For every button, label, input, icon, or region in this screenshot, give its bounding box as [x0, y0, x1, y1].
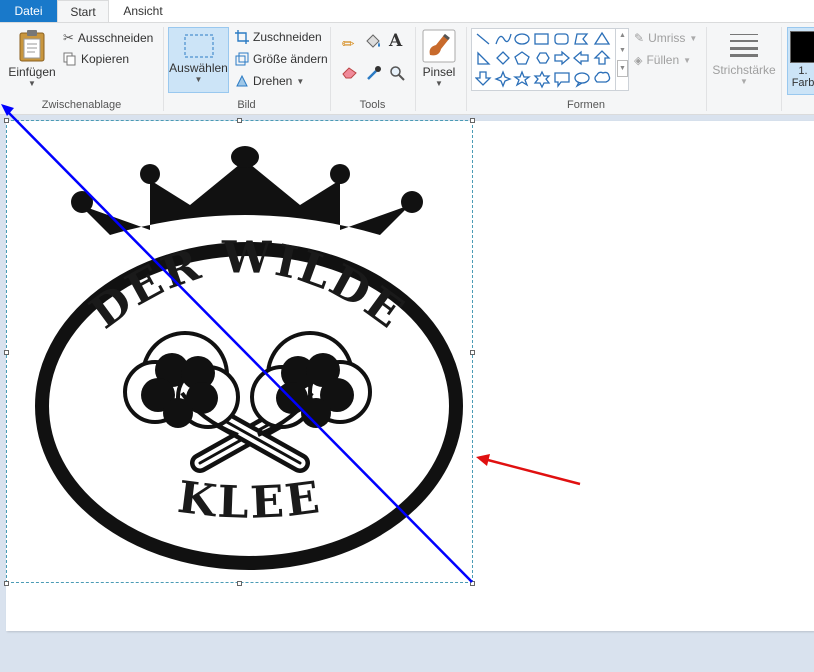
- arrow-up-shape-icon: [593, 50, 611, 65]
- selection-handle-top-left[interactable]: [4, 118, 9, 123]
- crop-label: Zuschneiden: [253, 30, 322, 44]
- callout-oval-shape-icon: [574, 72, 590, 88]
- group-divider: [415, 27, 416, 111]
- magnifier-icon[interactable]: [389, 65, 405, 81]
- fill-bucket-icon[interactable]: [364, 33, 382, 51]
- select-button[interactable]: Auswählen ▼: [168, 27, 229, 93]
- outline-dropdown-arrow: ▼: [689, 33, 698, 43]
- select-dropdown-arrow: ▼: [194, 75, 203, 84]
- resize-label: Größe ändern: [253, 52, 328, 66]
- selection-rectangle-icon: [184, 34, 213, 58]
- fill-label: Füllen: [646, 53, 680, 67]
- copy-button[interactable]: Kopieren: [63, 52, 129, 66]
- crop-icon: [235, 30, 249, 44]
- polygon-shape-icon: [574, 33, 589, 45]
- shapes-gallery-grid: [475, 31, 611, 89]
- ribbon-tab-bar: Datei Start Ansicht: [0, 0, 814, 22]
- rectangle-shape-icon: [534, 33, 549, 45]
- brushes-dropdown-arrow: ▼: [435, 79, 443, 88]
- paste-label: Einfügen: [8, 65, 56, 79]
- selection-handle-left[interactable]: [4, 350, 9, 355]
- fill-dropdown-arrow: ▼: [683, 55, 692, 65]
- gallery-expand-icon[interactable]: ▼: [617, 60, 628, 77]
- selection-box[interactable]: [6, 120, 473, 583]
- outline-pen-icon: ✎: [634, 31, 645, 45]
- selection-handle-top-right[interactable]: [470, 118, 475, 123]
- fill-button[interactable]: ◈ Füllen ▼: [634, 53, 691, 67]
- pentagon-shape-icon: [514, 51, 530, 65]
- arrow-down-shape-icon: [475, 71, 492, 86]
- clipboard-icon: [19, 30, 45, 62]
- select-label: Auswählen: [169, 61, 228, 75]
- cut-button[interactable]: ✂ Ausschneiden: [63, 30, 153, 46]
- color1-label: 1.: [798, 65, 808, 77]
- stroke-width-icon: [730, 34, 758, 57]
- scroll-down-icon[interactable]: ▼: [616, 43, 629, 58]
- stroke-width-dropdown-arrow: ▼: [740, 77, 748, 86]
- copy-label: Kopieren: [81, 52, 130, 66]
- star5-shape-icon: [513, 70, 531, 87]
- rotate-icon: [236, 74, 248, 87]
- crop-button[interactable]: Zuschneiden: [235, 30, 322, 44]
- resize-button[interactable]: Größe ändern: [235, 52, 328, 66]
- brushes-button[interactable]: Pinsel ▼: [418, 27, 460, 95]
- outline-label: Umriss: [648, 31, 686, 45]
- tools-group-label: Tools: [359, 99, 386, 111]
- shapes-gallery: [471, 28, 629, 91]
- outline-button[interactable]: ✎ Umriss ▼: [634, 31, 697, 45]
- triangle-shape-icon: [593, 31, 611, 45]
- stroke-width-label: Strichstärke: [712, 63, 776, 77]
- oval-shape-icon: [514, 33, 530, 45]
- right-triangle-shape-icon: [477, 51, 491, 65]
- star4-shape-icon: [494, 70, 512, 88]
- star6-shape-icon: [533, 70, 551, 89]
- line-shape-icon: [476, 33, 490, 45]
- resize-icon: [235, 52, 249, 66]
- selection-handle-top[interactable]: [237, 118, 242, 123]
- arrow-left-shape-icon: [573, 50, 589, 66]
- ribbon: Einfügen ▼ ✂ Ausschneiden Kopieren Zwisc…: [0, 22, 814, 115]
- arrow-right-shape-icon: [554, 50, 570, 66]
- rotate-label: Drehen: [253, 74, 293, 88]
- tab-file[interactable]: Datei: [0, 0, 57, 22]
- eraser-icon[interactable]: [342, 65, 358, 79]
- group-divider: [781, 27, 782, 111]
- copy-icon: [63, 52, 76, 66]
- tab-start[interactable]: Start: [57, 0, 109, 22]
- image-group-label: Bild: [237, 99, 256, 111]
- brushes-label: Pinsel: [422, 65, 456, 79]
- color1-sublabel: Farb: [791, 77, 814, 89]
- shapes-scroll[interactable]: ▲ ▼ ▼: [615, 28, 629, 91]
- rounded-rectangle-shape-icon: [554, 33, 569, 45]
- shapes-group-label: Formen: [567, 99, 605, 111]
- selection-handle-right[interactable]: [470, 350, 475, 355]
- callout-cloud-shape-icon: [594, 71, 611, 83]
- color1-swatch: [790, 31, 814, 63]
- hexagon-shape-icon: [536, 52, 550, 64]
- color1-button[interactable]: 1. Farb: [787, 27, 814, 95]
- scissors-icon: ✂: [63, 30, 74, 45]
- selection-handle-bottom[interactable]: [237, 581, 242, 586]
- group-divider: [706, 27, 707, 111]
- stroke-width-button[interactable]: Strichstärke ▼: [710, 27, 778, 95]
- cut-label: Ausschneiden: [77, 31, 154, 45]
- text-tool-icon[interactable]: A: [389, 31, 402, 51]
- scroll-up-icon[interactable]: ▲: [616, 28, 629, 43]
- callout-rect-shape-icon: [554, 72, 570, 88]
- paste-dropdown-arrow: ▼: [28, 79, 36, 88]
- rotate-dropdown-arrow: ▼: [296, 76, 305, 86]
- curve-shape-icon: [495, 33, 512, 45]
- selection-handle-bottom-left[interactable]: [4, 581, 9, 586]
- brush-icon: [422, 29, 456, 63]
- clipboard-group-label: Zwischenablage: [41, 99, 122, 111]
- color-picker-icon[interactable]: [366, 65, 382, 81]
- paste-button[interactable]: Einfügen ▼: [6, 27, 58, 95]
- pencil-icon[interactable]: ✏: [342, 35, 355, 53]
- fill-bucket-small-icon: ◈: [634, 54, 643, 67]
- tab-view[interactable]: Ansicht: [112, 0, 174, 22]
- diamond-shape-icon: [496, 51, 510, 65]
- rotate-button[interactable]: Drehen ▼: [235, 74, 304, 88]
- selection-handle-bottom-right[interactable]: [470, 581, 475, 586]
